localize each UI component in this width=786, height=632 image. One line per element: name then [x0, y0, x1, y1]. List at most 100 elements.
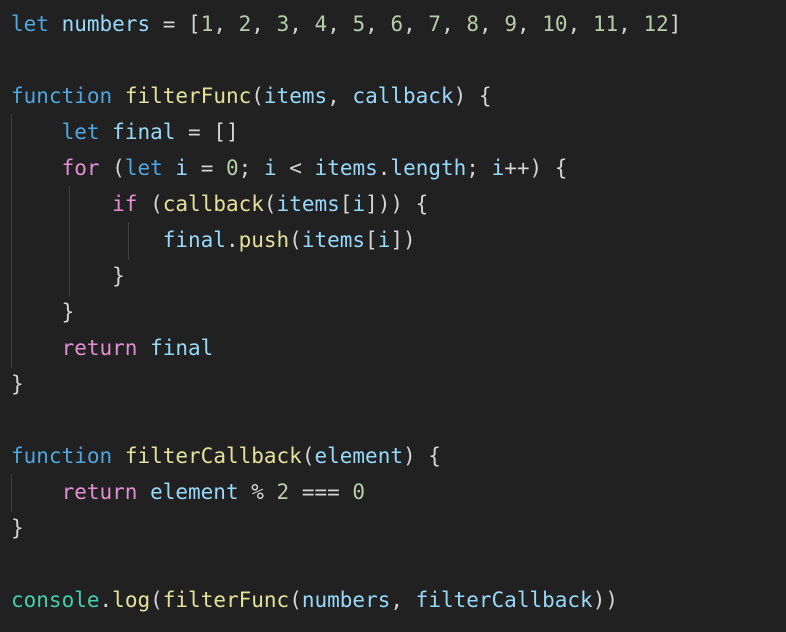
code-token-variable: final	[112, 120, 176, 144]
code-token-plain: (	[289, 228, 302, 252]
code-token-plain: ]	[668, 12, 682, 36]
code-token-plain: (	[137, 192, 163, 216]
code-token-plain: [	[339, 192, 353, 216]
code-token-plain: ])	[390, 228, 416, 252]
code-token-plain: ) {	[453, 84, 492, 108]
code-token-variable: items	[263, 84, 328, 108]
code-token-plain: (	[251, 84, 264, 108]
code-line[interactable]: }	[0, 258, 786, 294]
code-token-variable: callback	[352, 84, 454, 108]
code-token-function: filterFunc	[162, 588, 290, 612]
code-token-plain: [	[365, 228, 378, 252]
code-token-plain: }	[11, 264, 125, 288]
code-line[interactable]: for (let i = 0; i < items.length; i++) {	[0, 150, 786, 186]
code-token-plain: ,	[213, 12, 239, 36]
code-token-keyword: let	[61, 120, 100, 144]
code-token-variable: element	[150, 480, 239, 504]
code-token-keyword: function	[11, 444, 113, 468]
code-line[interactable]: }	[0, 294, 786, 330]
code-token-number: 4	[314, 12, 328, 36]
code-token-variable: items	[276, 192, 340, 216]
code-line[interactable]: function filterCallback(element) {	[0, 438, 786, 474]
code-token-plain: =	[188, 156, 226, 180]
code-token-plain: (	[263, 192, 277, 216]
code-token-number: 2	[276, 480, 290, 504]
code-line[interactable]: return final	[0, 330, 786, 366]
code-token-plain: }	[11, 516, 24, 540]
code-token-variable: items	[314, 156, 378, 180]
code-token-plain: ,	[289, 12, 315, 36]
code-lines-container[interactable]: let numbers = [1, 2, 3, 4, 5, 6, 7, 8, 9…	[0, 0, 786, 618]
code-token-variable: i	[175, 156, 189, 180]
code-token-number: 7	[428, 12, 442, 36]
code-token-class: console	[11, 588, 100, 612]
code-line[interactable]: return element % 2 === 0	[0, 474, 786, 510]
code-token-variable: numbers	[61, 12, 151, 36]
code-token-plain: ,	[567, 12, 593, 36]
code-token-plain: = []	[175, 120, 239, 144]
code-token-variable: final	[162, 228, 226, 252]
code-line[interactable]: final.push(items[i])	[0, 222, 786, 258]
code-token-plain: }	[11, 372, 24, 396]
code-token-number: 0	[352, 480, 366, 504]
code-line[interactable]: function filterFunc(items, callback) {	[0, 78, 786, 114]
code-line[interactable]: }	[0, 366, 786, 402]
code-line[interactable]: let numbers = [1, 2, 3, 4, 5, 6, 7, 8, 9…	[0, 6, 786, 42]
code-token-plain: ++) {	[504, 156, 568, 180]
code-token-control: return	[61, 336, 138, 360]
code-token-number: 10	[542, 12, 568, 36]
code-token-plain: ) {	[403, 444, 441, 468]
code-line[interactable]	[0, 546, 786, 582]
code-token-plain: (	[289, 588, 302, 612]
code-token-plain: .	[377, 156, 391, 180]
code-token-function: log	[112, 588, 151, 612]
code-token-function: filterFunc	[124, 84, 252, 108]
code-token-number: 9	[504, 12, 517, 36]
code-token-variable: i	[263, 156, 277, 180]
code-token-plain: %	[238, 480, 277, 504]
code-token-number: 6	[390, 12, 404, 36]
code-token-plain: ,	[618, 12, 644, 36]
code-token-function: push	[238, 228, 290, 252]
code-token-number: 8	[466, 12, 480, 36]
code-line[interactable]: console.log(filterFunc(numbers, filterCa…	[0, 582, 786, 618]
code-token-number: 2	[238, 12, 252, 36]
code-token-variable: i	[377, 228, 391, 252]
code-line[interactable]: let final = []	[0, 114, 786, 150]
code-token-variable: filterCallback	[415, 588, 593, 612]
code-token-plain: ,	[403, 12, 429, 36]
code-token-function: callback	[162, 192, 264, 216]
code-token-keyword: function	[11, 84, 113, 108]
code-token-variable: i	[352, 192, 366, 216]
code-token-plain: ,	[516, 12, 543, 36]
code-token-plain: .	[99, 588, 113, 612]
code-line[interactable]: }	[0, 510, 786, 546]
code-token-variable: final	[150, 336, 214, 360]
code-token-plain: (	[301, 444, 315, 468]
code-token-plain: ;	[466, 156, 492, 180]
code-token-number: 1	[200, 12, 214, 36]
code-token-plain: (	[99, 156, 125, 180]
code-token-function: filterCallback	[124, 444, 302, 468]
code-line[interactable]	[0, 42, 786, 78]
code-token-plain: ,	[365, 12, 391, 36]
code-token-keyword: let	[124, 156, 163, 180]
code-token-plain: }	[11, 300, 75, 324]
code-editor[interactable]: let numbers = [1, 2, 3, 4, 5, 6, 7, 8, 9…	[0, 0, 786, 632]
code-token-plain: .	[225, 228, 239, 252]
code-token-plain: (	[150, 588, 163, 612]
code-token-variable: i	[491, 156, 505, 180]
code-token-control: return	[61, 480, 138, 504]
code-line[interactable]: if (callback(items[i])) {	[0, 186, 786, 222]
code-token-plain: ,	[327, 12, 353, 36]
code-line[interactable]	[0, 402, 786, 438]
